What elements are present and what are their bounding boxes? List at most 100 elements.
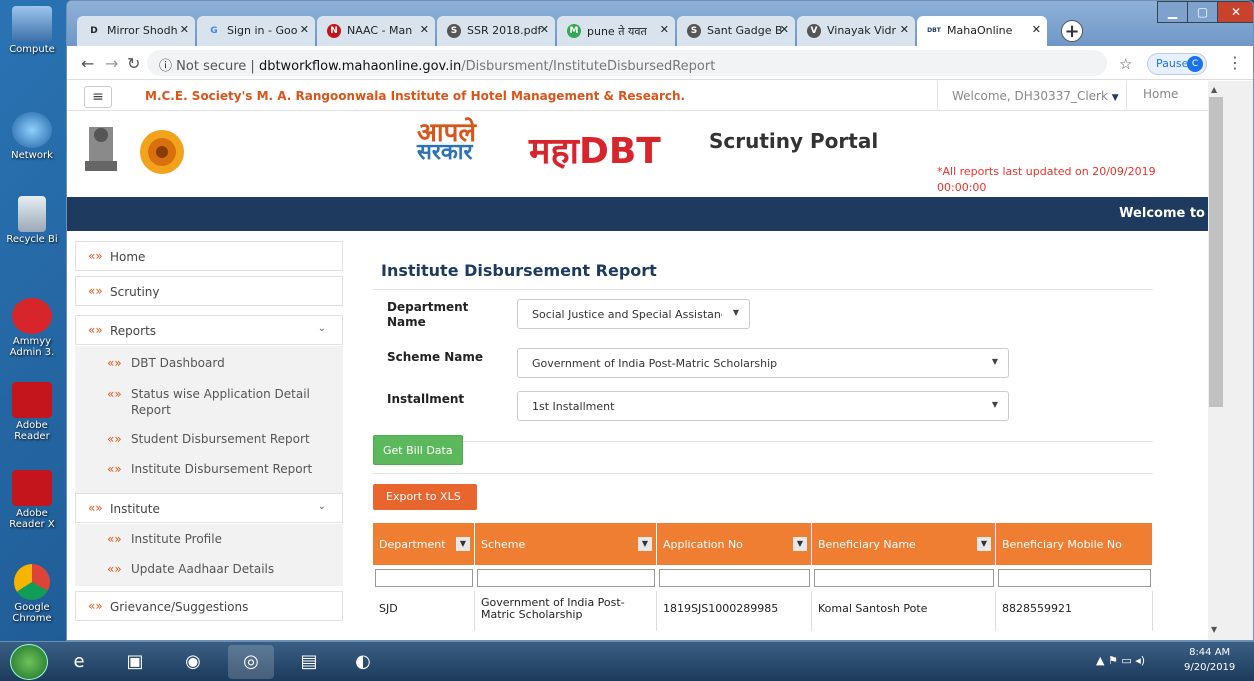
clock[interactable]: 8:44 AM 9/20/2019 bbox=[1184, 645, 1235, 675]
close-icon[interactable]: ✕ bbox=[1032, 23, 1041, 36]
institute-submenu: «» Institute Profile «» Update Aadhaar D… bbox=[75, 524, 343, 586]
export-xls-button[interactable]: Export to XLS bbox=[373, 484, 477, 510]
close-window-icon[interactable]: ✕ bbox=[1217, 1, 1253, 23]
system-tray-icons[interactable]: ▲ ⚑ ▭ ◂) bbox=[1096, 654, 1145, 667]
tab-naac[interactable]: N NAAC - Man ✕ bbox=[317, 16, 435, 46]
filter-row bbox=[373, 567, 1153, 587]
info-icon[interactable]: ⓘ bbox=[159, 59, 172, 74]
tab-sant-gadge[interactable]: S Sant Gadge B ✕ bbox=[677, 16, 795, 46]
sidebar-item-institute-disbursement[interactable]: «» Institute Disbursement Report bbox=[75, 462, 343, 484]
home-link[interactable]: Home bbox=[1143, 87, 1178, 101]
filter-input-beneficiary-mobile[interactable] bbox=[998, 569, 1151, 587]
firefox-icon[interactable]: ◉ bbox=[170, 645, 216, 679]
menu-kebab-icon[interactable]: ⋮ bbox=[1227, 53, 1243, 72]
department-value: Social Justice and Special Assistance bbox=[532, 308, 722, 321]
filter-input-application-no[interactable] bbox=[659, 569, 810, 587]
adobe-reader-icon[interactable]: Adobe Reader bbox=[0, 382, 64, 442]
forward-icon[interactable]: → bbox=[105, 54, 118, 73]
scroll-down-icon[interactable]: ▼ bbox=[1211, 625, 1217, 634]
tab-sign-in[interactable]: G Sign in - Goo ✕ bbox=[197, 16, 315, 46]
sidebar-item-scrutiny[interactable]: «» Scrutiny bbox=[75, 276, 343, 306]
tab-vinayak[interactable]: V Vinayak Vidr ✕ bbox=[797, 16, 915, 46]
sidebar-item-reports[interactable]: «» Reports ⌄ bbox=[75, 315, 343, 345]
sidebar-item-label: Grievance/Suggestions bbox=[110, 600, 249, 614]
filter-dropdown-icon[interactable]: ▼ bbox=[456, 537, 470, 551]
filter-input-beneficiary-name[interactable] bbox=[814, 569, 994, 587]
sidebar-item-label: Scrutiny bbox=[110, 285, 160, 299]
close-icon[interactable]: ✕ bbox=[900, 23, 909, 36]
column-header-application-no[interactable]: Application No ▼ bbox=[657, 523, 812, 565]
chevron-down-icon: ⌄ bbox=[317, 323, 326, 334]
filter-input-department[interactable] bbox=[375, 569, 473, 587]
installment-select[interactable]: 1st Installment ▼ bbox=[517, 391, 1009, 421]
google-chrome-icon[interactable]: Google Chrome bbox=[0, 564, 64, 624]
close-icon[interactable]: ✕ bbox=[540, 23, 549, 36]
back-icon[interactable]: ← bbox=[81, 54, 94, 73]
reload-icon[interactable]: ↻ bbox=[127, 54, 140, 73]
computer-icon[interactable]: Compute bbox=[0, 6, 64, 55]
scheme-value: Government of India Post-Matric Scholars… bbox=[532, 357, 778, 370]
ammyy-admin-icon[interactable]: Ammyy Admin 3. bbox=[0, 298, 64, 358]
tab-pune-maps[interactable]: M pune ते यवत ✕ bbox=[557, 16, 675, 46]
sidebar-item-home[interactable]: «» Home bbox=[75, 241, 343, 271]
sidebar-item-student-disbursement[interactable]: «» Student Disbursement Report bbox=[75, 432, 343, 454]
column-header-department[interactable]: Department ▼ bbox=[373, 523, 475, 565]
sidebar-item-label: Status wise Application Detail Report bbox=[131, 387, 310, 417]
sidebar-item-institute-profile[interactable]: «» Institute Profile bbox=[75, 532, 343, 554]
tab-label: Mirror Shodh bbox=[107, 24, 178, 37]
marquee-text: Welcome to bbox=[1119, 206, 1205, 221]
close-icon[interactable]: ✕ bbox=[300, 23, 309, 36]
filter-dropdown-icon[interactable]: ▼ bbox=[977, 537, 991, 551]
sidebar-item-grievance[interactable]: «» Grievance/Suggestions bbox=[75, 591, 343, 621]
recycle-bin-icon[interactable]: Recycle Bi bbox=[0, 196, 64, 245]
tab-ssr-pdf[interactable]: S SSR 2018.pdf ✕ bbox=[437, 16, 555, 46]
close-icon[interactable]: ✕ bbox=[180, 23, 189, 36]
clock-time: 8:44 AM bbox=[1189, 647, 1231, 658]
chrome-alt-icon[interactable]: ◐ bbox=[340, 645, 386, 679]
tab-mirror-shodh[interactable]: D Mirror Shodh ✕ bbox=[77, 16, 195, 46]
sidebar-item-status-report[interactable]: «» Status wise Application Detail Report bbox=[75, 386, 315, 420]
tab-mahaonline[interactable]: DBT MahaOnline ✕ bbox=[917, 16, 1047, 46]
filter-input-scheme[interactable] bbox=[477, 569, 655, 587]
file-explorer-icon[interactable]: ▤ bbox=[286, 645, 332, 679]
scheme-select[interactable]: Government of India Post-Matric Scholars… bbox=[517, 348, 1009, 378]
start-button-icon[interactable] bbox=[10, 644, 48, 680]
url-input[interactable]: ⓘ Not secure | dbtworkflow.mahaonline.go… bbox=[147, 50, 1107, 76]
sidebar-item-update-aadhaar[interactable]: «» Update Aadhaar Details bbox=[75, 562, 343, 584]
maximize-icon[interactable]: ▢ bbox=[1187, 1, 1218, 23]
minimize-icon[interactable]: ▁ bbox=[1157, 1, 1188, 23]
profile-paused-button[interactable]: Paused C bbox=[1147, 53, 1207, 75]
get-bill-data-button[interactable]: Get Bill Data bbox=[373, 435, 463, 465]
internet-explorer-icon[interactable]: e bbox=[56, 645, 102, 679]
column-header-beneficiary-name[interactable]: Beneficiary Name ▼ bbox=[812, 523, 996, 565]
tab-favicon: N bbox=[327, 24, 341, 38]
user-menu[interactable]: Welcome, DH30337_Clerk ▼ bbox=[937, 81, 1127, 111]
double-chevron-icon: «» bbox=[107, 462, 122, 476]
sidebar-item-label: DBT Dashboard bbox=[131, 356, 225, 370]
new-tab-icon[interactable]: + bbox=[1061, 20, 1083, 42]
sidebar-item-dbt-dashboard[interactable]: «» DBT Dashboard bbox=[75, 356, 343, 378]
tab-label: Sant Gadge B bbox=[707, 24, 783, 37]
scroll-up-icon[interactable]: ▲ bbox=[1211, 85, 1217, 94]
close-icon[interactable]: ✕ bbox=[780, 23, 789, 36]
filter-dropdown-icon[interactable]: ▼ bbox=[638, 537, 652, 551]
scrollbar-thumb[interactable] bbox=[1209, 97, 1223, 407]
column-header-beneficiary-mobile[interactable]: Beneficiary Mobile No bbox=[996, 523, 1153, 565]
close-icon[interactable]: ✕ bbox=[420, 23, 429, 36]
marquee-band: Welcome to bbox=[67, 197, 1208, 231]
hamburger-menu-icon[interactable]: ≡ bbox=[84, 86, 112, 108]
close-icon[interactable]: ✕ bbox=[660, 23, 669, 36]
network-icon[interactable]: Network bbox=[0, 112, 64, 161]
department-select[interactable]: Social Justice and Special Assistance ▼ bbox=[517, 299, 750, 329]
chrome-taskbar-icon[interactable]: ◎ bbox=[228, 645, 274, 679]
filter-dropdown-icon[interactable]: ▼ bbox=[793, 537, 807, 551]
sidebar-item-institute[interactable]: «» Institute ⌄ bbox=[75, 493, 343, 523]
sidebar-item-label: Institute bbox=[110, 502, 160, 516]
adobe-reader-x-icon[interactable]: Adobe Reader X bbox=[0, 470, 64, 530]
desktop-icon-label: Google Chrome bbox=[12, 602, 52, 624]
column-header-scheme[interactable]: Scheme ▼ bbox=[475, 523, 657, 565]
office-icon[interactable]: ▣ bbox=[112, 645, 158, 679]
welcome-user-label: Welcome, DH30337_Clerk bbox=[952, 89, 1108, 103]
bookmark-star-icon[interactable]: ☆ bbox=[1119, 55, 1132, 73]
avatar: C bbox=[1187, 56, 1203, 72]
